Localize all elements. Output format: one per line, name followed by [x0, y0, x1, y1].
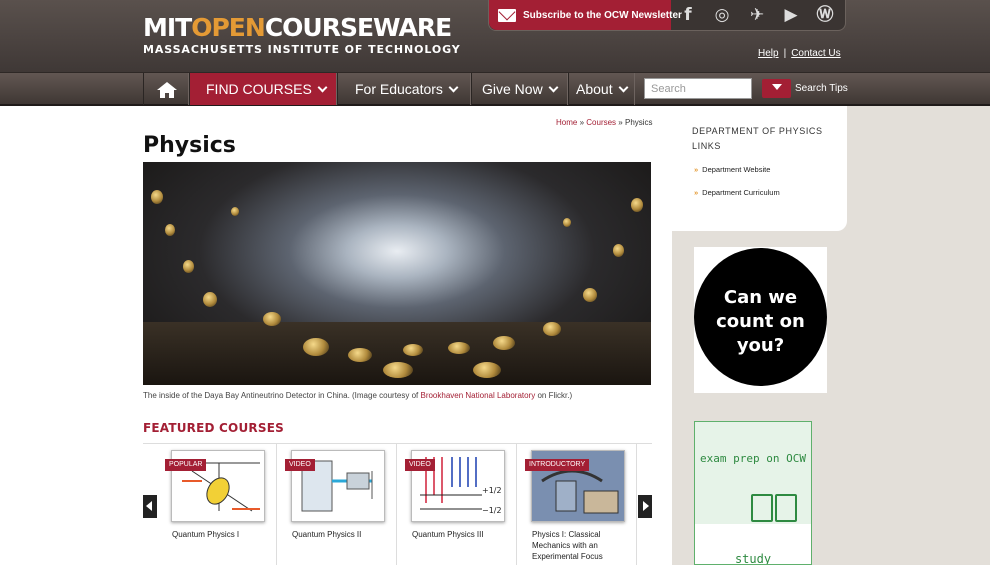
twitter-icon[interactable]: ✈: [746, 5, 768, 25]
exam-prep-text: exam prep on OCW: [700, 452, 806, 465]
newsletter-button[interactable]: Subscribe to the OCW Newsletter: [489, 0, 682, 30]
course-card[interactable]: +1/2 −1/2 VIDEO Quantum Physics III: [397, 444, 517, 565]
caption-text-end: on Flickr.): [535, 391, 573, 400]
contact-link[interactable]: Contact Us: [791, 48, 840, 59]
breadcrumb-current: Physics: [624, 118, 653, 127]
logo-open: OPEN: [191, 13, 266, 42]
bullet-icon: »: [694, 188, 699, 197]
sidebar-link-department-curriculum[interactable]: » Department Curriculum: [694, 188, 780, 197]
chevron-down-icon: [317, 82, 328, 93]
carousel-next-button[interactable]: [638, 495, 652, 518]
chevron-down-icon: [448, 82, 459, 93]
course-badge: INTRODUCTORY: [525, 459, 590, 471]
youtube-icon[interactable]: ▶: [780, 5, 802, 25]
course-badge: POPULAR: [165, 459, 207, 471]
sidebar-heading: DEPARTMENT OF PHYSICS LINKS: [692, 126, 823, 151]
bullet-icon: »: [694, 165, 699, 174]
featured-courses-carousel: POPULAR Quantum Physics I VIDEO Quantum …: [143, 443, 652, 565]
sidebar-link-label: Department Curriculum: [702, 188, 780, 197]
link-separator: |: [783, 48, 787, 59]
facebook-icon[interactable]: f: [677, 5, 699, 25]
ocw-logo[interactable]: MITOPENCOURSEWARE: [143, 13, 452, 42]
breadcrumb-home[interactable]: Home: [556, 118, 577, 127]
main-nav: FIND COURSES For Educators Give Now Abou…: [0, 72, 990, 106]
site-header: MITOPENCOURSEWARE MASSACHUSETTS INSTITUT…: [0, 0, 990, 72]
nav-find-courses[interactable]: FIND COURSES: [189, 73, 337, 105]
wordpress-icon[interactable]: Ⓦ: [814, 5, 836, 25]
svg-text:+1/2: +1/2: [482, 486, 502, 495]
svg-text:−1/2: −1/2: [482, 506, 502, 515]
nav-give-now[interactable]: Give Now: [471, 73, 568, 105]
image-caption: The inside of the Daya Bay Antineutrino …: [143, 391, 572, 400]
envelope-icon: [498, 9, 516, 22]
featured-courses-heading: FEATURED COURSES: [143, 421, 284, 435]
nav-educators-label: For Educators: [355, 81, 443, 97]
course-card[interactable]: INTRODUCTORY Physics I: Classical Mechan…: [517, 444, 637, 565]
chevron-down-icon: [548, 82, 559, 93]
nav-about-label: About: [576, 81, 613, 97]
donate-ad-text: Can we count on you?: [694, 248, 827, 386]
breadcrumb-separator: »: [618, 118, 623, 127]
sidebar-link-label: Department Website: [702, 165, 771, 174]
caption-credit-link[interactable]: Brookhaven National Laboratory: [420, 391, 535, 400]
carousel-prev-button[interactable]: [143, 495, 157, 518]
logo-mit: MIT: [143, 13, 192, 42]
course-badge: VIDEO: [405, 459, 435, 471]
logo-courseware: COURSEWARE: [264, 13, 452, 42]
breadcrumb-courses[interactable]: Courses: [586, 118, 616, 127]
breadcrumb: Home » Courses » Physics: [556, 118, 653, 127]
top-utility-bar: Subscribe to the OCW Newsletter f ◎ ✈ ▶ …: [488, 0, 846, 31]
study-text: study: [734, 552, 772, 565]
nav-for-educators[interactable]: For Educators: [337, 73, 471, 105]
header-links: Help | Contact Us: [758, 48, 841, 59]
logo-subtitle: MASSACHUSETTS INSTITUTE OF TECHNOLOGY: [143, 43, 461, 56]
nav-about[interactable]: About: [568, 73, 635, 105]
course-card[interactable]: POPULAR Quantum Physics I: [157, 444, 277, 565]
home-button[interactable]: [143, 73, 189, 105]
course-title[interactable]: Quantum Physics I: [172, 529, 272, 540]
course-title[interactable]: Physics I: Classical Mechanics with an E…: [532, 529, 632, 562]
search-input[interactable]: Search: [644, 78, 752, 99]
chevron-down-icon: [618, 82, 629, 93]
sidebar-link-department-website[interactable]: » Department Website: [694, 165, 770, 174]
instagram-icon[interactable]: ◎: [711, 5, 733, 25]
course-badge: VIDEO: [285, 459, 315, 471]
nav-give-label: Give Now: [482, 81, 543, 97]
course-card[interactable]: VIDEO Quantum Physics II: [277, 444, 397, 565]
page-title: Physics: [143, 133, 236, 158]
nav-find-courses-label: FIND COURSES: [206, 81, 312, 97]
course-title[interactable]: Quantum Physics III: [412, 529, 512, 540]
exam-prep-ad[interactable]: exam prep on OCW study: [694, 421, 812, 565]
search-submit-button[interactable]: [762, 79, 791, 98]
newsletter-label: Subscribe to the OCW Newsletter: [523, 10, 682, 21]
search-tips-link[interactable]: Search Tips: [795, 73, 848, 105]
donate-ad[interactable]: Can we count on you?: [694, 247, 827, 393]
department-banner-image: [143, 162, 651, 385]
help-link[interactable]: Help: [758, 48, 779, 59]
breadcrumb-separator: »: [579, 118, 585, 127]
caption-text: The inside of the Daya Bay Antineutrino …: [143, 391, 421, 400]
course-title[interactable]: Quantum Physics II: [292, 529, 392, 540]
